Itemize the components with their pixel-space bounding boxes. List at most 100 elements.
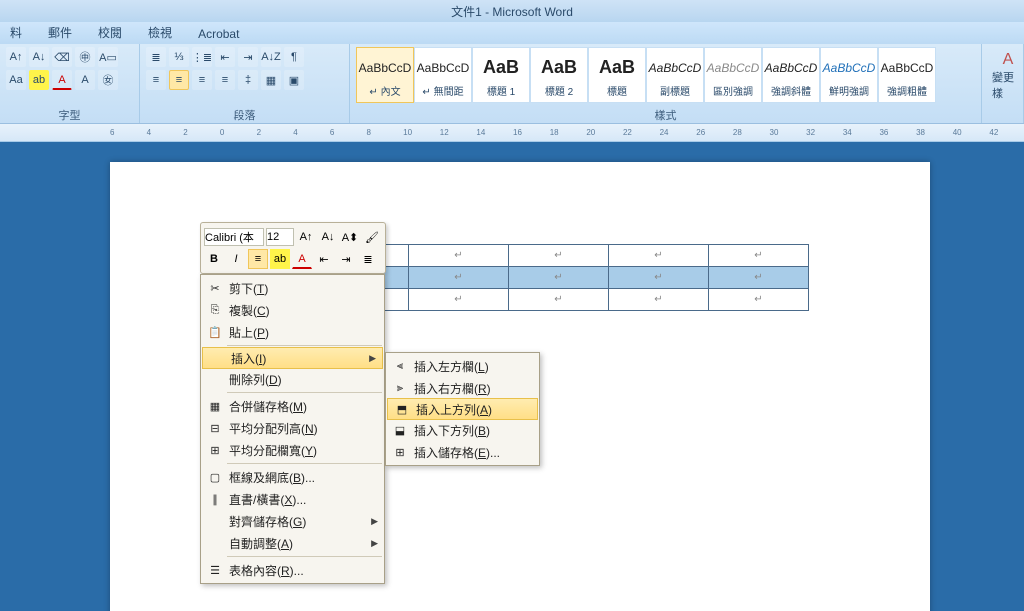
menu-item[interactable]: ⬒插入上方列(A) — [387, 398, 538, 420]
horizontal-ruler[interactable]: 6420246810121416182022242628303234363840… — [0, 124, 1024, 142]
sort-btn[interactable]: A↓Z — [261, 47, 281, 67]
align-right-btn[interactable]: ≡ — [192, 70, 212, 90]
group-font: A↑ A↓ ⌫ ㊥ A▭ Aa ab A A ㊛ 字型 — [0, 44, 140, 123]
menu-icon: ☰ — [207, 562, 223, 578]
menu-item[interactable]: 刪除列(D) — [201, 368, 384, 390]
char-shading-btn[interactable]: A — [75, 70, 95, 90]
borders-btn[interactable]: ▣ — [284, 70, 304, 90]
multilevel-btn[interactable]: ⋮≣ — [192, 47, 212, 67]
menu-item[interactable]: ⊟平均分配列高(N) — [201, 417, 384, 439]
ribbon-tab[interactable]: 校閱 — [92, 21, 128, 44]
menu-item[interactable]: ⫸插入右方欄(R) — [386, 377, 539, 399]
clear-format-btn[interactable]: ⌫ — [52, 47, 72, 67]
line-spacing-btn[interactable]: ‡ — [238, 70, 258, 90]
menu-item[interactable]: ∥ 直書/橫書(X)... — [201, 488, 384, 510]
change-case-btn[interactable]: Aa — [6, 70, 26, 90]
style-item[interactable]: AaBbCcD鮮明強調 — [820, 47, 878, 103]
menu-item[interactable]: ⎘ 複製(C) — [201, 299, 384, 321]
menu-icon: ∥ — [207, 491, 223, 507]
ribbon: A↑ A↓ ⌫ ㊥ A▭ Aa ab A A ㊛ 字型 ≣ ⅓ ⋮≣ ⇤ ⇥ — [0, 44, 1024, 124]
styles-icon[interactable]: A⬍ — [340, 227, 360, 247]
menu-label: 插入右方欄(R) — [414, 380, 491, 397]
phonetic-btn[interactable]: ㊥ — [75, 47, 95, 67]
increase-indent-btn[interactable]: ⇥ — [238, 47, 258, 67]
italic-icon[interactable]: I — [226, 249, 246, 269]
ribbon-tab[interactable]: 檢視 — [142, 21, 178, 44]
style-item[interactable]: AaBbCcD強調粗體 — [878, 47, 936, 103]
change-styles-btn[interactable]: A 變更樣 — [988, 47, 1024, 105]
menu-icon: 📋 — [207, 324, 223, 340]
menu-item[interactable]: 對齊儲存格(G)▶ — [201, 510, 384, 532]
style-gallery: AaBbCcD↵ 內文AaBbCcD↵ 無間距AaB標題 1AaB標題 2AaB… — [356, 47, 975, 103]
menu-item[interactable]: 📋貼上(P) — [201, 321, 384, 343]
bullets-icon[interactable]: ≣ — [358, 249, 378, 269]
menu-item[interactable]: ⬓插入下方列(B) — [386, 419, 539, 441]
align-left-btn[interactable]: ≡ — [146, 70, 166, 90]
ribbon-tab[interactable]: 郵件 — [42, 21, 78, 44]
decrease-indent-icon[interactable]: ⇤ — [314, 249, 334, 269]
menu-label: 插入(I) — [231, 350, 266, 367]
group-styles: AaBbCcD↵ 內文AaBbCcD↵ 無間距AaB標題 1AaB標題 2AaB… — [350, 44, 982, 123]
shrink-font-btn[interactable]: A↓ — [29, 47, 49, 67]
shading-btn[interactable]: ▦ — [261, 70, 281, 90]
char-border-btn[interactable]: A▭ — [98, 47, 118, 67]
enclose-char-btn[interactable]: ㊛ — [98, 70, 118, 90]
menu-label: 平均分配列高(N) — [229, 420, 318, 437]
style-item[interactable]: AaB標題 2 — [530, 47, 588, 103]
style-item[interactable]: AaBbCcD區別強調 — [704, 47, 762, 103]
menu-item[interactable]: ⫷插入左方欄(L) — [386, 355, 539, 377]
highlight-btn[interactable]: ab — [29, 70, 49, 90]
bold-icon[interactable]: B — [204, 249, 224, 269]
font-color-btn[interactable]: A — [52, 70, 72, 90]
style-item[interactable]: AaBbCcD強調斜體 — [762, 47, 820, 103]
menu-icon: ⬒ — [394, 401, 410, 417]
menu-icon: ▦ — [207, 398, 223, 414]
menu-item[interactable]: 插入(I) ▶ — [202, 347, 383, 369]
menu-label: 複製(C) — [229, 302, 270, 319]
ribbon-tabs: 料郵件校閱檢視 Acrobat — [0, 22, 1024, 44]
menu-item[interactable]: ✂剪下(T) — [201, 277, 384, 299]
ribbon-tab[interactable]: Acrobat — [192, 24, 245, 44]
style-item[interactable]: AaB標題 1 — [472, 47, 530, 103]
menu-item[interactable]: 自動調整(A)▶ — [201, 532, 384, 554]
group-label-styles: 樣式 — [356, 107, 975, 121]
submenu-arrow-icon: ▶ — [371, 516, 378, 527]
font-size-input[interactable] — [266, 228, 294, 246]
font-color-icon[interactable]: A — [292, 249, 312, 269]
style-item[interactable]: AaBbCcD副標題 — [646, 47, 704, 103]
font-family-input[interactable] — [204, 228, 264, 246]
submenu-arrow-icon: ▶ — [369, 353, 376, 364]
menu-icon: ⎘ — [207, 302, 223, 318]
ribbon-tab[interactable]: 料 — [4, 21, 28, 44]
style-item[interactable]: AaB標題 — [588, 47, 646, 103]
menu-icon: ✂ — [207, 280, 223, 296]
menu-item[interactable]: ▢框線及網底(B)... — [201, 466, 384, 488]
show-marks-btn[interactable]: ¶ — [284, 47, 304, 67]
document-area: ↵↵↵↵↵↵ ↵↵↵↵↵↵ ↵↵↵↵↵↵ A↑ A↓ A⬍ 🖌 B I ≡ ab… — [0, 142, 1024, 611]
menu-icon: ⊞ — [207, 442, 223, 458]
bullets-btn[interactable]: ≣ — [146, 47, 166, 67]
highlight-icon[interactable]: ab — [270, 249, 290, 269]
decrease-indent-btn[interactable]: ⇤ — [215, 47, 235, 67]
numbering-btn[interactable]: ⅓ — [169, 47, 189, 67]
menu-label: 表格內容(R)... — [229, 562, 304, 579]
menu-item[interactable]: ☰ 表格內容(R)... — [201, 559, 384, 581]
menu-label: 直書/橫書(X)... — [229, 491, 306, 508]
shrink-font-icon[interactable]: A↓ — [318, 227, 338, 247]
increase-indent-icon[interactable]: ⇥ — [336, 249, 356, 269]
grow-font-icon[interactable]: A↑ — [296, 227, 316, 247]
style-item[interactable]: AaBbCcD↵ 無間距 — [414, 47, 472, 103]
justify-btn[interactable]: ≡ — [215, 70, 235, 90]
menu-item[interactable]: ⊞平均分配欄寬(Y) — [201, 439, 384, 461]
menu-label: 插入儲存格(E)... — [414, 444, 500, 461]
align-center-icon[interactable]: ≡ — [248, 249, 268, 269]
menu-label: 插入下方列(B) — [414, 422, 490, 439]
grow-font-btn[interactable]: A↑ — [6, 47, 26, 67]
align-center-btn[interactable]: ≡ — [169, 70, 189, 90]
format-painter-icon[interactable]: 🖌 — [362, 227, 382, 247]
menu-item[interactable]: ⊞插入儲存格(E)... — [386, 441, 539, 463]
style-item[interactable]: AaBbCcD↵ 內文 — [356, 47, 414, 103]
context-menu: ✂剪下(T) ⎘ 複製(C) 📋貼上(P) 插入(I) ▶ 刪除列(D) ▦合併儲存格(M)⊟… — [200, 274, 385, 584]
mini-toolbar: A↑ A↓ A⬍ 🖌 B I ≡ ab A ⇤ ⇥ ≣ — [200, 222, 386, 274]
menu-item[interactable]: ▦合併儲存格(M) — [201, 395, 384, 417]
